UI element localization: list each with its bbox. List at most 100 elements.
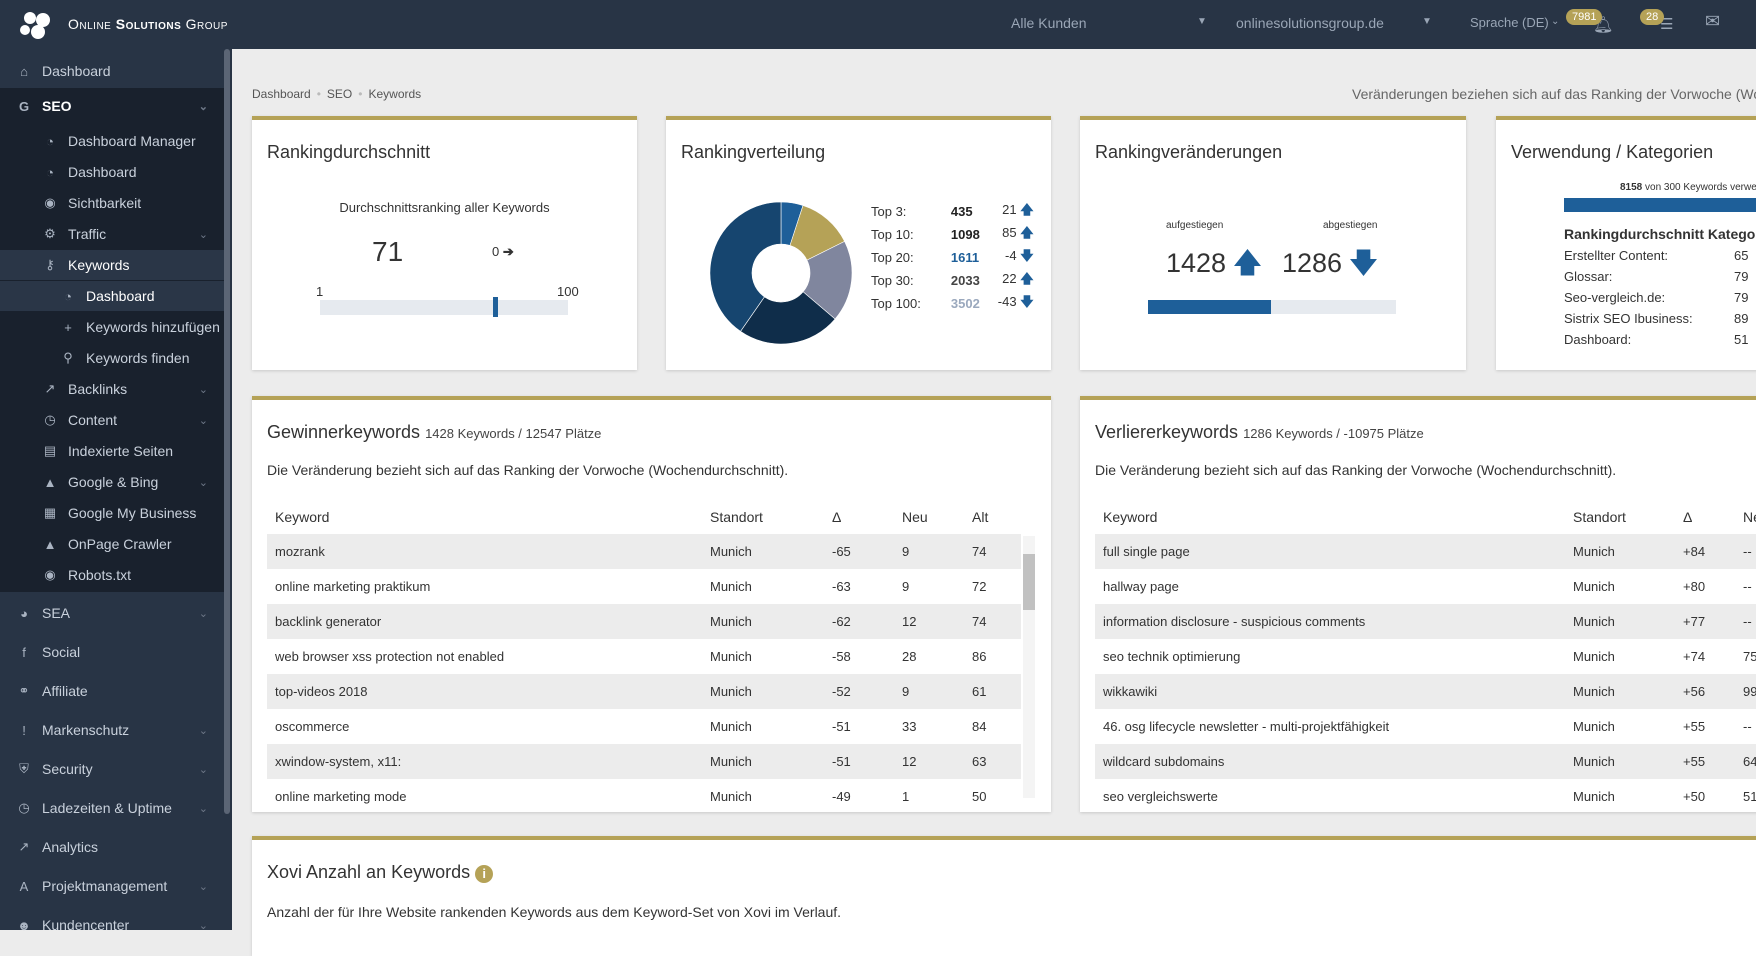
- column-header-1[interactable]: Standort: [702, 500, 824, 534]
- breadcrumb-dashboard[interactable]: Dashboard: [252, 87, 311, 101]
- sidebar-item-sichtbarkeit[interactable]: ◉ Sichtbarkeit: [0, 188, 226, 218]
- keyword-link[interactable]: xwindow-system, x11:: [267, 744, 702, 779]
- language-select[interactable]: Sprache (DE): [1470, 15, 1549, 30]
- sidebar-item-dashboard-manager[interactable]: ◔ Dashboard Manager: [0, 126, 226, 156]
- sidebar-item-label: Security: [42, 761, 93, 777]
- sidebar-item-onpage-crawler[interactable]: ▲ OnPage Crawler: [0, 529, 226, 559]
- sidebar-item-indexierte-seiten[interactable]: ▤ Indexierte Seiten: [0, 436, 226, 466]
- sidebar-item-google-my-business[interactable]: ▦ Google My Business: [0, 498, 226, 528]
- category-value: 51: [1734, 332, 1749, 347]
- table-row[interactable]: backlink generator Munich -62 12 74: [267, 604, 1021, 639]
- sidebar-item-keywords-hinzuf-gen[interactable]: + Keywords hinzufügen: [0, 312, 226, 342]
- sidebar-item-traffic[interactable]: ⚙ Traffic ⌄: [0, 219, 226, 249]
- chevron-down-icon[interactable]: ⌄: [199, 802, 208, 815]
- breadcrumb-seo[interactable]: SEO: [327, 87, 352, 101]
- table-row[interactable]: information disclosure - suspicious comm…: [1095, 604, 1756, 639]
- table-row[interactable]: xwindow-system, x11: Munich -51 12 63: [267, 744, 1021, 779]
- column-header-2[interactable]: Δ: [824, 500, 894, 534]
- table-row[interactable]: 46. osg lifecycle newsletter - multi-pro…: [1095, 709, 1756, 744]
- chevron-down-icon[interactable]: ⌄: [1551, 16, 1559, 27]
- sidebar-item-markenschutz[interactable]: ! Markenschutz ⌄: [0, 712, 226, 748]
- table-row[interactable]: online marketing praktikum Munich -63 9 72: [267, 569, 1021, 604]
- keyword-link[interactable]: backlink generator: [267, 604, 702, 639]
- down-count: 1286 🡇: [1282, 248, 1378, 278]
- chevron-down-icon[interactable]: ⌄: [199, 383, 208, 396]
- table-row[interactable]: hallway page Munich +80 --: [1095, 569, 1756, 604]
- sidebar-item-security[interactable]: ⛨ Security ⌄: [0, 751, 226, 787]
- sidebar-item-projektmanagement[interactable]: A Projektmanagement ⌄: [0, 868, 226, 904]
- keyword-link[interactable]: top-videos 2018: [267, 674, 702, 709]
- delta-cell: -62: [824, 604, 894, 639]
- sidebar-item-keywords-finden[interactable]: ⚲ Keywords finden: [0, 343, 226, 373]
- chevron-down-icon[interactable]: ⌄: [199, 414, 208, 427]
- chevron-down-icon[interactable]: ⌄: [199, 763, 208, 776]
- mail-icon[interactable]: ✉: [1705, 11, 1720, 32]
- sidebar-item-ladezeiten-uptime[interactable]: ◷ Ladezeiten & Uptime ⌄: [0, 790, 226, 826]
- table-row[interactable]: wikkawikiMunich+5699: [1095, 674, 1756, 709]
- sidebar-item-google-bing[interactable]: ▲ Google & Bing ⌄: [0, 467, 226, 497]
- keyword-link[interactable]: full single page: [1095, 534, 1565, 569]
- keyword-link[interactable]: 46. osg lifecycle newsletter - multi-pro…: [1095, 709, 1565, 744]
- keyword-link[interactable]: seo vergleichswerte: [1095, 779, 1565, 812]
- keyword-link[interactable]: oscommerce: [267, 709, 702, 744]
- sidebar-item-kundencenter[interactable]: ☻ Kundencenter ⌄: [0, 907, 226, 943]
- keyword-link[interactable]: online marketing praktikum: [267, 569, 702, 604]
- customer-select[interactable]: Alle Kunden: [1011, 15, 1087, 31]
- chevron-down-icon[interactable]: ⌄: [199, 100, 208, 113]
- column-header-0[interactable]: Keyword: [267, 500, 702, 534]
- new-rank-cell: 9: [902, 579, 910, 594]
- keyword-link[interactable]: information disclosure - suspicious comm…: [1095, 604, 1565, 639]
- table-row[interactable]: online marketing mode Munich -49 1 50: [267, 779, 1021, 812]
- chevron-down-icon[interactable]: ⌄: [199, 228, 208, 241]
- keyword-link[interactable]: hallway page: [1095, 569, 1565, 604]
- distribution-row: Top 30: 2033 22 🡅: [871, 269, 1042, 292]
- sidebar-item-social[interactable]: f Social: [0, 634, 226, 670]
- column-header-2[interactable]: Δ: [1675, 500, 1735, 534]
- sidebar-item-content[interactable]: ◷ Content ⌄: [0, 405, 226, 435]
- chevron-down-icon[interactable]: ⌄: [199, 476, 208, 489]
- keyword-link[interactable]: web browser xss protection not enabled: [267, 639, 702, 674]
- sidebar-item-dashboard[interactable]: ⌂ Dashboard: [0, 53, 226, 89]
- table-row[interactable]: seo vergleichswerte Munich +50 51: [1095, 779, 1756, 812]
- table-row[interactable]: seo technik optimierung Munich +74 75: [1095, 639, 1756, 674]
- loser-table: KeywordStandortΔNefull single pageMunich…: [1095, 500, 1756, 812]
- chevron-down-icon[interactable]: ⌄: [199, 880, 208, 893]
- sidebar-item-seo[interactable]: G SEO ⌄: [0, 91, 226, 121]
- sidebar-item-analytics[interactable]: ↗ Analytics: [0, 829, 226, 865]
- table-row[interactable]: oscommerce Munich -51 33 84: [267, 709, 1021, 744]
- column-header-1[interactable]: Standort: [1565, 500, 1675, 534]
- column-header-3[interactable]: Ne: [1735, 500, 1756, 534]
- tasks-badge[interactable]: 28: [1640, 9, 1665, 25]
- table-row[interactable]: full single page Munich +84 --: [1095, 534, 1756, 569]
- sidebar-item-sea[interactable]: ◕ SEA ⌄: [0, 595, 226, 631]
- chevron-down-icon[interactable]: ⌄: [199, 724, 208, 737]
- notifications-badge[interactable]: 7981: [1566, 9, 1603, 25]
- sidebar-item-backlinks[interactable]: ↗ Backlinks ⌄: [0, 374, 226, 404]
- sidebar-item-dashboard[interactable]: ◔ Dashboard: [0, 281, 226, 311]
- keyword-link[interactable]: online marketing mode: [267, 779, 702, 812]
- sidebar-item-keywords[interactable]: ⚷ Keywords: [0, 250, 226, 280]
- column-header-0[interactable]: Keyword: [1095, 500, 1565, 534]
- sidebar-item-dashboard[interactable]: ◔ Dashboard: [0, 157, 226, 187]
- chevron-down-icon[interactable]: ⌄: [199, 607, 208, 620]
- table-row[interactable]: mozrank Munich -65 9 74: [267, 534, 1021, 569]
- sidebar-item-robots-txt[interactable]: ◉ Robots.txt: [0, 560, 226, 590]
- table-scrollbar[interactable]: [1023, 536, 1035, 798]
- column-header-4[interactable]: Alt: [964, 500, 1021, 534]
- delta-cell: -49: [832, 789, 851, 804]
- chevron-down-icon[interactable]: ▼: [1197, 16, 1207, 27]
- info-icon[interactable]: i: [475, 865, 494, 883]
- winner-table: Keyword Standort Δ Neu Alt mozrank Munich -65 9 7…: [267, 500, 1021, 812]
- sidebar-item-affiliate[interactable]: ⚭ Affiliate: [0, 673, 226, 709]
- table-row[interactable]: wildcard subdomainsMunich+5564: [1095, 744, 1756, 779]
- column-header-3[interactable]: Neu: [894, 500, 964, 534]
- keyword-link[interactable]: wildcard subdomains: [1095, 744, 1565, 779]
- keyword-link[interactable]: wikkawiki: [1095, 674, 1565, 709]
- keyword-link[interactable]: seo technik optimierung: [1095, 639, 1565, 674]
- chevron-down-icon[interactable]: ▼: [1422, 16, 1432, 27]
- table-row[interactable]: web browser xss protection not enabled Mu…: [267, 639, 1021, 674]
- table-row[interactable]: top-videos 2018 Munich -52 9 61: [267, 674, 1021, 709]
- domain-select[interactable]: onlinesolutionsgroup.de: [1236, 15, 1384, 31]
- sidebar-scrollbar[interactable]: [224, 49, 230, 814]
- keyword-link[interactable]: mozrank: [267, 534, 702, 569]
